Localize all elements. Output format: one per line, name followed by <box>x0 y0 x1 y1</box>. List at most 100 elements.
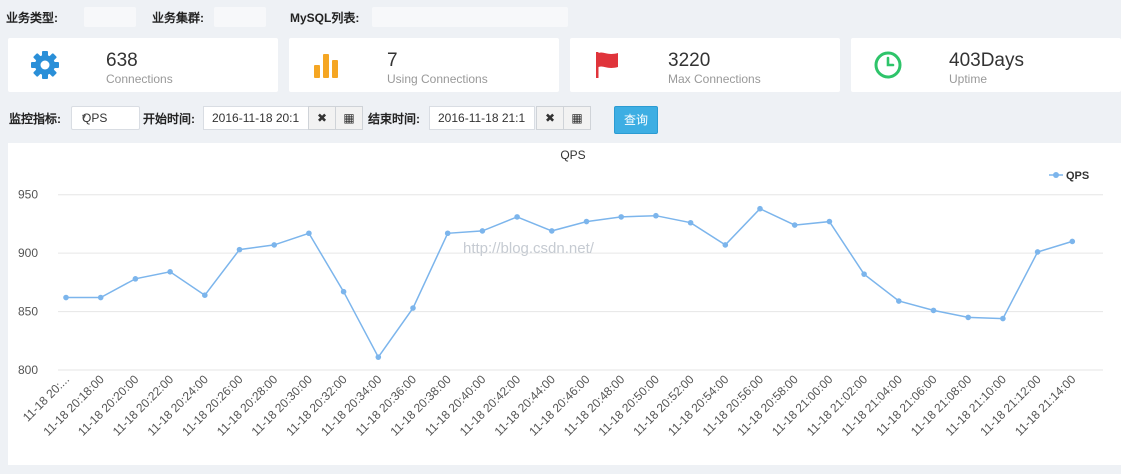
data-point[interactable] <box>826 218 833 225</box>
x-tick-label: 11-18 20:34:00 <box>318 372 385 439</box>
x-tick-label: 11-18 20:50:00 <box>596 372 663 439</box>
mysql-list-select[interactable] <box>372 7 568 27</box>
connections-label: Connections <box>106 72 173 86</box>
connections-value: 638 <box>106 50 138 71</box>
legend-label: QPS <box>1066 170 1089 182</box>
metric-label: 监控指标: <box>9 112 61 126</box>
data-point[interactable] <box>167 269 173 275</box>
start-time-clear-button[interactable]: ✖ <box>308 106 336 130</box>
data-point[interactable] <box>375 354 382 360</box>
data-point[interactable] <box>514 214 520 220</box>
max-connections-value: 3220 <box>668 50 711 71</box>
data-point[interactable] <box>202 292 208 298</box>
business-group-select[interactable] <box>214 7 266 27</box>
data-point[interactable] <box>896 298 902 304</box>
data-point[interactable] <box>236 246 243 253</box>
data-point[interactable] <box>687 219 694 226</box>
y-tick-label: 850 <box>18 305 38 319</box>
data-point[interactable] <box>306 230 312 237</box>
data-point[interactable] <box>479 228 486 234</box>
chart-legend[interactable]: QPS <box>1049 170 1089 182</box>
data-point[interactable] <box>965 314 971 321</box>
clear-icon: ✖ <box>316 111 328 125</box>
data-point[interactable] <box>861 271 867 277</box>
x-tick-label: 11-18 20:42:00 <box>457 372 524 439</box>
start-time-calendar-button[interactable]: ▦ <box>335 106 363 130</box>
x-tick-label: 11-18 20:44:00 <box>492 372 559 439</box>
end-time-clear-button[interactable]: ✖ <box>536 106 564 130</box>
data-point[interactable] <box>410 305 416 311</box>
using-connections-label: Using Connections <box>387 72 488 86</box>
stat-card-using-connections: 7 Using Connections <box>289 38 559 92</box>
start-time-label: 开始时间: <box>143 112 195 126</box>
y-tick-label: 950 <box>18 188 38 202</box>
y-tick-label: 800 <box>18 363 38 377</box>
x-tick-label: 11-18 20:54:00 <box>665 372 732 439</box>
x-tick-label: 11-18 21:04:00 <box>839 372 906 439</box>
qps-chart-panel: QPS QPS 800 850 900 950 11-18 20:... 11-18 2… <box>8 143 1121 465</box>
data-point[interactable] <box>271 242 278 248</box>
end-time-value: 2016-11-18 21:1 <box>438 111 526 125</box>
data-point[interactable] <box>132 276 139 282</box>
calendar-icon: ▦ <box>343 111 355 125</box>
using-connections-value: 7 <box>387 50 398 71</box>
data-point[interactable] <box>1000 315 1006 322</box>
x-tick-label: 11-18 21:08:00 <box>908 372 975 439</box>
x-tick-label: 11-18 20:46:00 <box>526 372 593 439</box>
uptime-value: 403Days <box>949 50 1024 71</box>
query-button[interactable]: 查询 <box>614 106 658 134</box>
legend-marker <box>1053 172 1059 178</box>
stat-card-connections: 638 Connections <box>8 38 278 92</box>
data-point[interactable] <box>722 242 729 248</box>
start-time-input[interactable]: 2016-11-18 20:1 <box>203 106 309 130</box>
clear-icon: ✖ <box>544 111 556 125</box>
x-tick-label: 11-18 21:06:00 <box>873 372 940 439</box>
data-point[interactable] <box>444 230 451 237</box>
data-point[interactable] <box>1069 238 1076 245</box>
end-time-input[interactable]: 2016-11-18 21:1 <box>429 106 535 130</box>
data-point[interactable] <box>97 294 104 301</box>
x-tick-label: 11-18 20:28:00 <box>214 372 281 439</box>
data-point[interactable] <box>653 212 659 219</box>
x-tick-label: 11-18 20:24:00 <box>145 372 212 439</box>
data-point[interactable] <box>930 307 937 314</box>
x-tick-label: 11-18 21:12:00 <box>977 372 1044 439</box>
x-tick-label: 11-18 20:20:00 <box>75 372 142 439</box>
data-point[interactable] <box>757 205 763 212</box>
max-connections-label: Max Connections <box>668 72 761 86</box>
x-tick-label: 11-18 20:38:00 <box>387 372 454 439</box>
data-point[interactable] <box>1034 249 1041 255</box>
data-point[interactable] <box>340 288 347 295</box>
x-tick-label: 11-18 20:36:00 <box>353 372 420 439</box>
x-tick-label: 11-18 20:58:00 <box>734 372 801 439</box>
x-tick-label: 11-18 20:40:00 <box>422 372 489 439</box>
x-tick-label: 11-18 20:52:00 <box>630 372 697 439</box>
business-type-select[interactable] <box>84 7 136 27</box>
x-tick-label: 11-18 20:32:00 <box>283 372 350 439</box>
x-tick-label: 11-18 21:02:00 <box>804 372 871 439</box>
data-point[interactable] <box>549 228 555 234</box>
stat-card-uptime: 403Days Uptime <box>851 38 1121 92</box>
chevron-down-icon: ▾ <box>82 112 87 121</box>
x-tick-label: 11-18 21:14:00 <box>1012 372 1079 439</box>
clock-icon <box>874 51 902 79</box>
qps-line-chart: QPS QPS 800850900950 11-18 20:...11-18 2… <box>18 148 1103 439</box>
x-tick-label: 11-18 20:18:00 <box>40 372 107 439</box>
data-point[interactable] <box>791 222 798 228</box>
x-tick-label: 11-18 20:30:00 <box>249 372 316 439</box>
data-point[interactable] <box>63 294 69 301</box>
start-time-value: 2016-11-18 20:1 <box>212 111 300 125</box>
mysql-list-label: MySQL列表: <box>290 11 360 25</box>
x-tick-label: 11-18 20:26:00 <box>179 372 246 439</box>
series-line <box>66 207 1073 359</box>
chart-title: QPS <box>560 148 585 162</box>
data-point[interactable] <box>583 218 590 225</box>
watermark-text: http://blog.csdn.net/ <box>463 240 595 257</box>
data-point[interactable] <box>618 214 624 220</box>
bar-chart-icon <box>314 54 338 78</box>
metric-select[interactable]: QPS ▾ <box>71 106 140 130</box>
flag-icon <box>596 52 618 78</box>
x-tick-label: 11-18 20:48:00 <box>561 372 628 439</box>
gear-icon <box>31 51 59 79</box>
end-time-calendar-button[interactable]: ▦ <box>563 106 591 130</box>
